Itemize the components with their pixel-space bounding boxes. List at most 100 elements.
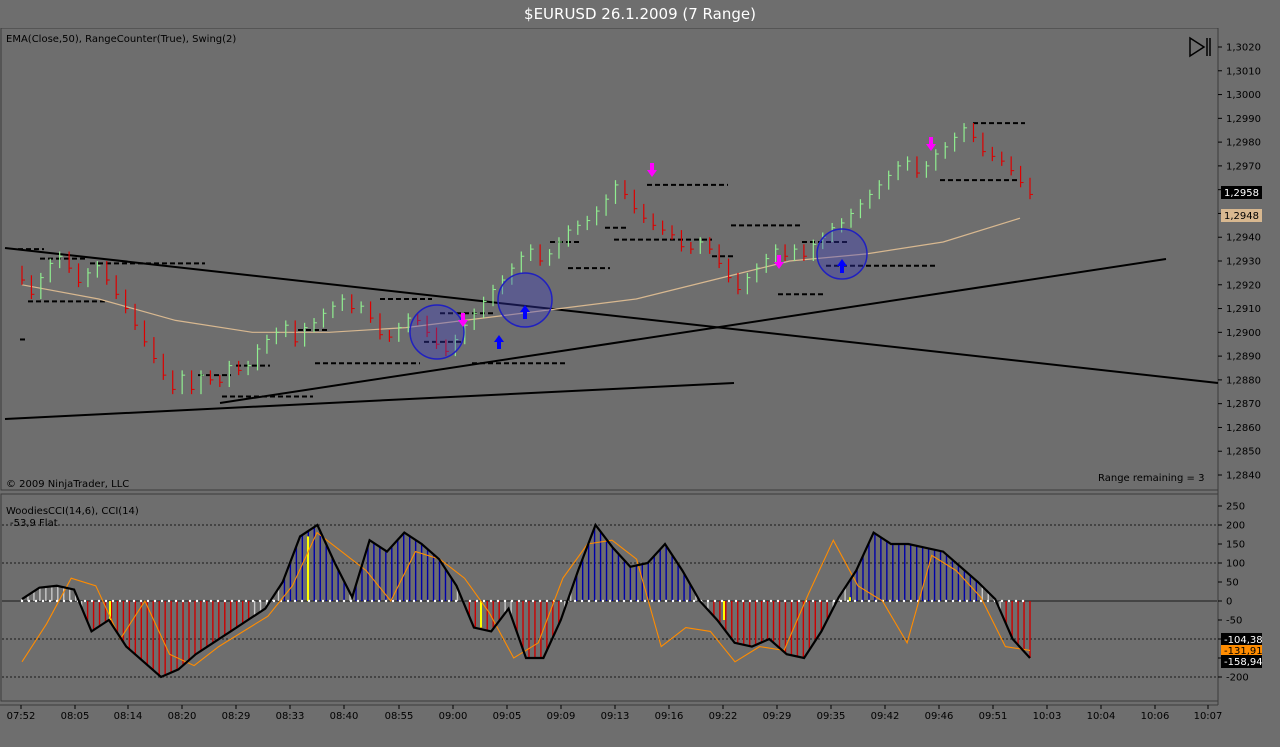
price-tick-label: 1,3010: [1226, 66, 1261, 77]
cci-zero-dot: [293, 599, 297, 603]
turbo-cci-line: [21, 531, 1031, 667]
time-tick-label: 10:06: [1141, 711, 1170, 722]
cci-zero-dot: [958, 599, 962, 603]
time-tick-label: 10:03: [1033, 711, 1062, 722]
svg-text:-158,94: -158,94: [1224, 657, 1263, 668]
cci-tick-label: 50: [1226, 578, 1239, 589]
chart-area[interactable]: 1,3020 1,3010 1,3000 1,2990 1,2980 1,2970 1,29…: [0, 28, 1280, 747]
window-title: $EURUSD 26.1.2009 (7 Range): [524, 5, 756, 23]
cci-zero-dot: [111, 599, 115, 603]
cci-zero-dot: [132, 599, 136, 603]
cci-zero-dot: [27, 599, 31, 603]
cci-zero-dot: [762, 599, 766, 603]
cci-zero-dot: [1000, 599, 1004, 603]
arrow-shaft: [929, 137, 933, 144]
time-tick-label: 09:05: [493, 711, 522, 722]
price-tick-label: 1,3020: [1226, 43, 1261, 54]
cci-zero-dot: [321, 599, 325, 603]
cci-zero-dot: [587, 599, 591, 603]
cci-zero-dot: [419, 599, 423, 603]
cci-zero-dot: [790, 599, 794, 603]
cci-zero-dot: [223, 599, 227, 603]
cci-zero-dot: [328, 599, 332, 603]
cci-zero-dot: [776, 599, 780, 603]
cci-zero-dot: [811, 599, 815, 603]
cci-zero-dot: [846, 599, 850, 603]
cci-zero-dot: [965, 599, 969, 603]
copyright-label: © 2009 NinjaTrader, LLC: [6, 479, 129, 490]
time-tick-label: 08:33: [276, 711, 305, 722]
cci-zero-dot: [713, 599, 717, 603]
time-tick-label: 09:22: [709, 711, 738, 722]
cci-tick-label: 0: [1226, 597, 1232, 608]
range-remaining-label: Range remaining = 3: [1098, 473, 1204, 484]
svg-text:1,2958: 1,2958: [1224, 188, 1259, 199]
cci-tick-label: 100: [1226, 559, 1245, 570]
time-tick-label: 07:52: [7, 711, 36, 722]
cci-zero-dot: [370, 599, 374, 603]
cci-zero-dot: [524, 599, 528, 603]
cci-zero-dot: [902, 599, 906, 603]
cci-zero-dot: [685, 599, 689, 603]
cci-tick-label: -50: [1226, 616, 1242, 627]
cci-zero-dot: [342, 599, 346, 603]
price-bars: [21, 123, 1033, 395]
woodies-value-marker: -158,94: [1221, 655, 1263, 668]
price-tick-label: 1,2990: [1226, 114, 1261, 125]
price-panel-frame: [0, 28, 1219, 491]
cci-zero-dot: [216, 599, 220, 603]
price-tick-label: 1,2890: [1226, 352, 1261, 363]
time-tick-label: 08:05: [61, 711, 90, 722]
price-tick-label: 1,2870: [1226, 399, 1261, 410]
cci-zero-dot: [20, 599, 24, 603]
cci-zero-dot: [622, 599, 626, 603]
cci-zero-dot: [657, 599, 661, 603]
cci-zero-dot: [629, 599, 633, 603]
price-tick-label: 1,2910: [1226, 304, 1261, 315]
cci-zero-dot: [468, 599, 472, 603]
cci-tick-label: -200: [1226, 673, 1249, 684]
cci-tick-label: 150: [1226, 540, 1245, 551]
price-tick-label: 1,2980: [1226, 138, 1261, 149]
cci-zero-dot: [496, 599, 500, 603]
cci-zero-dot: [412, 599, 416, 603]
cci-zero-dot: [265, 599, 269, 603]
price-tick-label: 1,2900: [1226, 328, 1261, 339]
trendline: [4, 382, 735, 420]
cci-zero-dot: [972, 599, 976, 603]
time-tick-label: 09:51: [979, 711, 1008, 722]
price-tick-label: 1,2920: [1226, 280, 1261, 291]
cci-zero-dot: [307, 599, 311, 603]
cci-zero-dot: [482, 599, 486, 603]
cci-zero-dot: [727, 599, 731, 603]
time-tick-label: 08:14: [114, 711, 143, 722]
cci-zero-dot: [104, 599, 108, 603]
highlight-circle: [409, 304, 465, 360]
cci-zero-dot: [125, 599, 129, 603]
cci-zero-dot: [825, 599, 829, 603]
cci-zero-dot: [447, 599, 451, 603]
down-arrow-icon: [647, 170, 657, 177]
cci-zero-dot: [545, 599, 549, 603]
cci-zero-dot: [433, 599, 437, 603]
price-tick-label: 1,2970: [1226, 161, 1261, 172]
cci-zero-dot: [300, 599, 304, 603]
scroll-end-icon[interactable]: [1189, 36, 1211, 58]
cci-zero-dot: [517, 599, 521, 603]
cci-zero-dot: [594, 599, 598, 603]
cci-zero-dot: [692, 599, 696, 603]
time-tick-label: 09:13: [601, 711, 630, 722]
cci-zero-dot: [146, 599, 150, 603]
cci-zero-dot: [664, 599, 668, 603]
cci-zero-dot: [755, 599, 759, 603]
cci-zero-dot: [573, 599, 577, 603]
cci-tick-label: 200: [1226, 521, 1245, 532]
cci-zero-dot: [69, 599, 73, 603]
price-tick-label: 1,2930: [1226, 257, 1261, 268]
arrow-shaft: [497, 342, 501, 349]
cci-zero-dot: [608, 599, 612, 603]
cci-zero-dot: [475, 599, 479, 603]
cci-zero-dot: [188, 599, 192, 603]
cci-zero-dot: [97, 599, 101, 603]
cci-zero-dot: [510, 599, 514, 603]
